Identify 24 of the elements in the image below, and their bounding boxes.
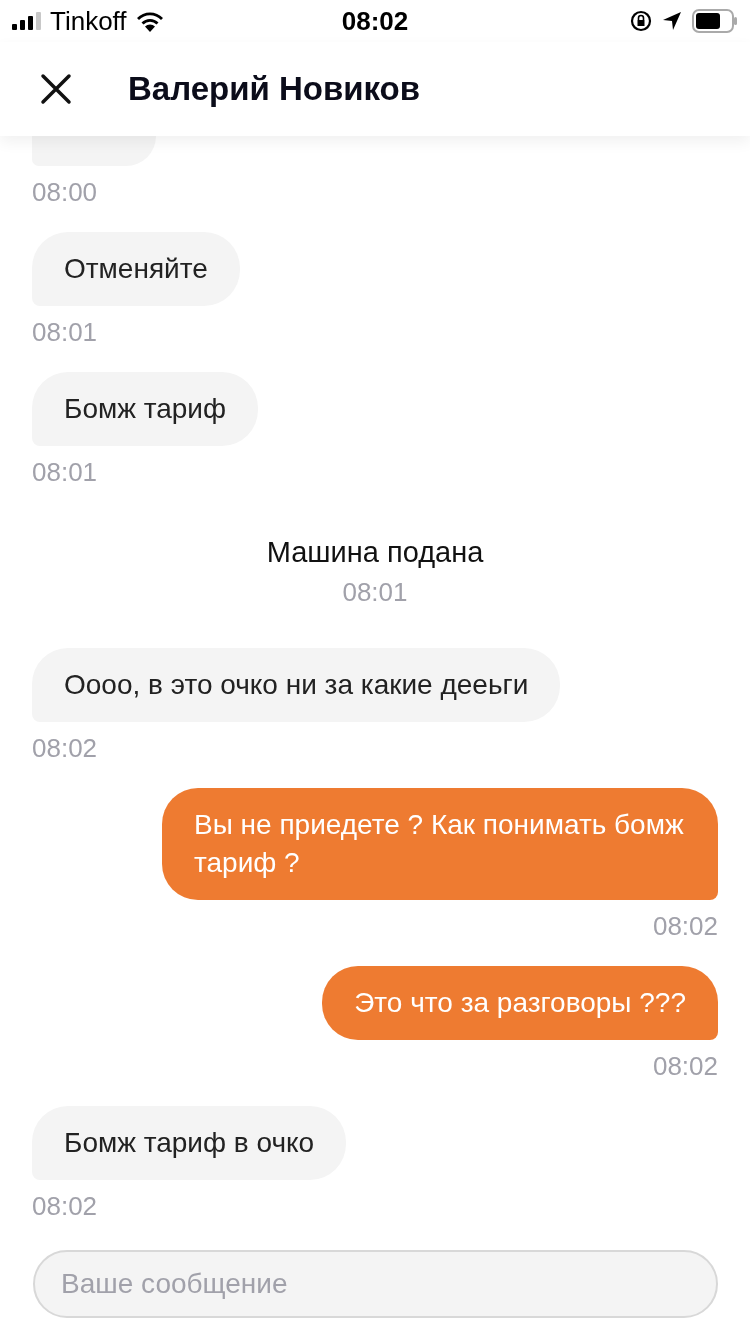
message-time: 08:01 bbox=[342, 576, 408, 609]
chat-title: Валерий Новиков bbox=[128, 70, 421, 108]
message-time: 08:02 bbox=[32, 732, 99, 765]
status-time: 08:02 bbox=[341, 5, 409, 37]
battery-icon bbox=[692, 9, 738, 33]
close-button[interactable] bbox=[38, 71, 74, 107]
location-arrow-icon bbox=[662, 11, 682, 31]
carrier-name: Tinkoff bbox=[50, 5, 127, 37]
system-message: Машина подана bbox=[266, 535, 484, 570]
message-time: 08:02 bbox=[32, 1190, 99, 1223]
message-bubble: Оооо, в это очко ни за какие дееьги bbox=[32, 648, 561, 722]
rotation-lock-icon bbox=[630, 10, 652, 32]
message-time: 08:01 bbox=[32, 456, 99, 489]
message-bubble: Отменяйте bbox=[32, 232, 240, 306]
message-bubble: Это что за разговоры ??? bbox=[322, 966, 718, 1040]
message-time: 08:02 bbox=[652, 910, 718, 943]
message-time: 08:00 bbox=[32, 176, 99, 209]
message-input[interactable]: Ваше сообщение bbox=[33, 1250, 718, 1318]
message-time: 08:01 bbox=[32, 316, 99, 349]
message-bubble: Бомж тариф в очко bbox=[32, 1106, 347, 1180]
message-bubble: Вы не приедете ? Как понимать бомж тариф ? bbox=[162, 788, 718, 900]
message-time: 08:02 bbox=[652, 1050, 718, 1083]
message-bubble: Бомж тариф bbox=[32, 372, 259, 446]
signal-icon bbox=[12, 12, 42, 30]
